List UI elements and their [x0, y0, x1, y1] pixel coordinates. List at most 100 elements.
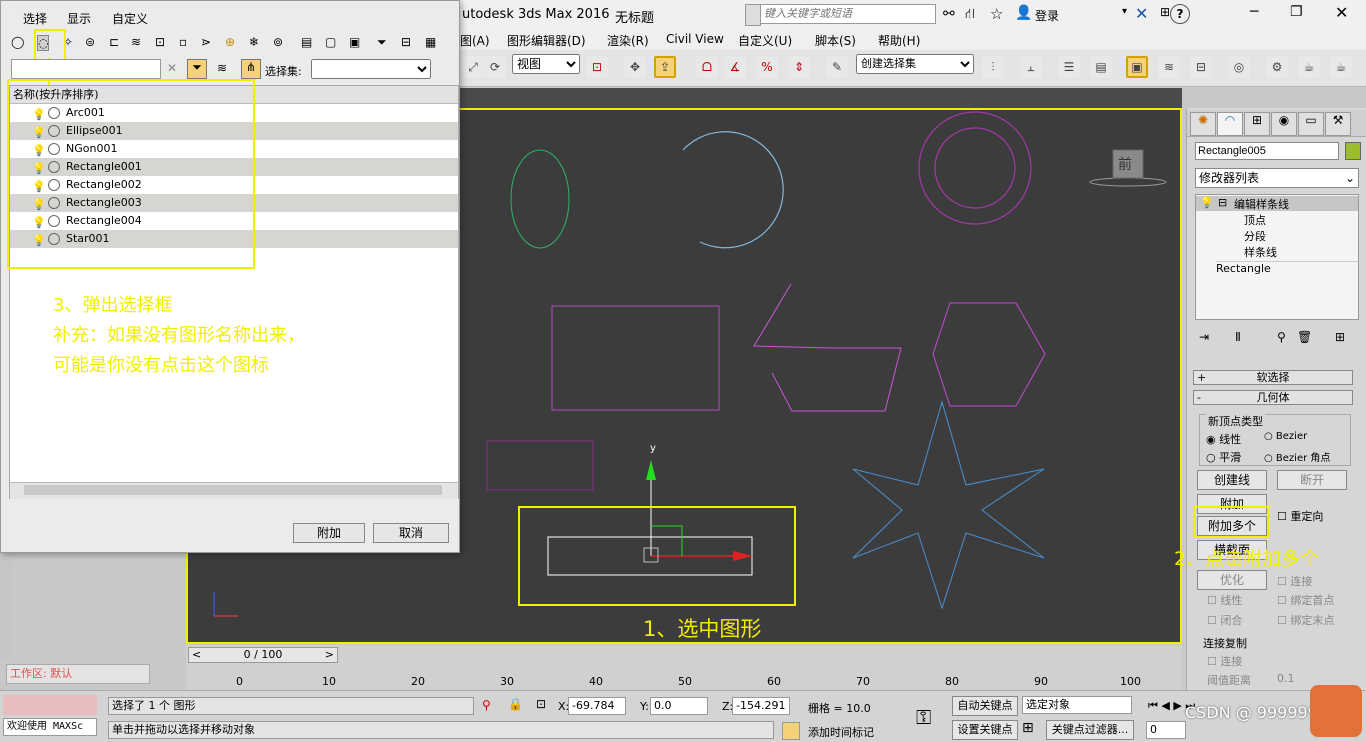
stack-item-rectangle[interactable]: Rectangle — [1216, 261, 1358, 275]
workspace-selector[interactable]: 工作区: 默认 — [6, 664, 150, 684]
scene-explorer-icon[interactable]: ▤ — [1090, 56, 1112, 78]
menu-item-civil-view[interactable]: Civil View — [666, 32, 724, 46]
align-icon[interactable]: ⫠ — [1020, 56, 1042, 78]
radio-linear[interactable]: ◉ 线性 — [1206, 431, 1241, 447]
user-icon[interactable]: 👤 — [1015, 5, 1032, 21]
y-coordinate-field[interactable]: 0.0 — [650, 697, 708, 715]
exchange-icon[interactable]: ✕ — [1135, 4, 1148, 23]
menu-item-help[interactable]: 帮助(H) — [878, 32, 920, 49]
binoculars-icon[interactable]: ⚯ — [943, 6, 955, 22]
dialog-attach-button[interactable]: 附加 — [293, 523, 365, 543]
options-icon[interactable]: ▦ — [425, 35, 436, 49]
restore-icon[interactable]: ❐ — [1290, 4, 1303, 20]
select-manipulate-icon[interactable]: ✥ — [624, 56, 646, 78]
selection-set-dropdown[interactable] — [311, 59, 431, 79]
funnel-icon[interactable]: ⏷ — [377, 35, 387, 50]
curve-editor-icon[interactable]: ≋ — [1158, 56, 1180, 78]
x-coordinate-field[interactable]: -69.784 — [568, 697, 626, 715]
stack-sub-vertex[interactable]: 顶点 — [1244, 212, 1266, 228]
move-icon[interactable]: ⤢ — [462, 56, 484, 78]
key-filters-button[interactable]: 关键点过滤器... — [1046, 720, 1134, 740]
hierarchy-tab-icon[interactable]: ⊞ — [1244, 112, 1270, 136]
key-mode-icon[interactable]: ⊞ — [1022, 720, 1034, 736]
utilities-tab-icon[interactable]: ⚒ — [1325, 112, 1351, 136]
select-all-icon[interactable]: ▢ — [325, 35, 336, 49]
rollout-soft-selection[interactable]: + 软选择 — [1193, 370, 1353, 385]
render-frame-icon[interactable]: ☕ — [1298, 56, 1320, 78]
create-tab-icon[interactable]: ✺ — [1190, 112, 1216, 136]
login-button[interactable]: 登录 — [1035, 7, 1059, 24]
motion-tab-icon[interactable]: ◉ — [1271, 112, 1297, 136]
viewcube-label[interactable]: 前 — [1118, 154, 1132, 174]
menu-item-scripting[interactable]: 脚本(S) — [815, 32, 856, 49]
reorient-checkbox[interactable]: ☐ 重定向 — [1277, 508, 1323, 524]
break-button[interactable]: 断开 — [1277, 470, 1347, 490]
display-tab-icon[interactable]: ▭ — [1298, 112, 1324, 136]
z-coordinate-field[interactable]: -154.291 — [732, 697, 790, 715]
find-name-input[interactable] — [11, 59, 161, 79]
object-name-field[interactable] — [1195, 142, 1339, 160]
snap-3d-icon[interactable]: ᗝ — [696, 56, 718, 78]
filter-frozen-icon[interactable]: ❄ — [249, 35, 259, 49]
modify-tab-icon[interactable]: ◠ — [1217, 112, 1243, 136]
refine-button[interactable]: 优化 — [1197, 570, 1267, 590]
auto-key-button[interactable]: 自动关键点 — [952, 696, 1018, 716]
scrollbar-thumb[interactable] — [24, 485, 442, 495]
clear-icon[interactable]: ✕ — [167, 61, 177, 75]
search-input[interactable] — [760, 4, 936, 24]
star-icon[interactable]: ☆ — [990, 5, 1003, 23]
selected-object-dropdown[interactable]: 选定对象 — [1022, 696, 1132, 714]
lock-icon[interactable]: 🔒 — [508, 697, 523, 711]
radio-bezier[interactable]: ○ Bezier — [1264, 431, 1307, 442]
current-frame-field[interactable]: 0 — [1146, 721, 1186, 739]
key-icon[interactable]: ⚿ — [916, 705, 931, 729]
percent-snap-icon[interactable]: % — [756, 56, 778, 78]
render-icon[interactable]: ☕ — [1330, 56, 1352, 78]
filter-geometry-icon[interactable]: ◯ — [11, 35, 24, 49]
rollout-geometry[interactable]: - 几何体 — [1193, 390, 1353, 405]
menu-item-graph-editors[interactable]: 图形编辑器(D) — [507, 32, 586, 49]
schematic-view-icon[interactable]: ⊟ — [1190, 56, 1212, 78]
filter-funnel-toggle-icon[interactable]: ⏷ — [187, 59, 207, 79]
sync-selection-icon[interactable]: ⊟ — [401, 35, 411, 49]
menu-item-customize[interactable]: 自定义(U) — [738, 32, 792, 49]
frame-ruler[interactable]: 0 10 20 30 40 50 60 70 80 90 100 — [236, 665, 1182, 688]
layer-manager-icon[interactable]: ☰ — [1058, 56, 1080, 78]
filter-cameras-icon[interactable]: ⊜ — [85, 35, 95, 49]
reference-coord-dropdown[interactable]: 视图 — [512, 54, 580, 74]
set-key-button[interactable]: 设置关键点 — [952, 720, 1018, 740]
show-end-result-icon[interactable]: Ⅱ — [1235, 330, 1241, 344]
pivot-icon[interactable]: ⊡ — [586, 56, 608, 78]
absolute-mode-icon[interactable]: ⊡ — [536, 697, 546, 711]
minimize-icon[interactable]: ─ — [1250, 4, 1258, 20]
material-editor-icon[interactable]: ◎ — [1228, 56, 1250, 78]
filter-helpers-icon[interactable]: ⊏ — [109, 35, 119, 49]
edit-named-selection-icon[interactable]: ✎ — [826, 56, 848, 78]
filter-hidden-icon[interactable]: ⊚ — [273, 35, 283, 49]
stack-sub-segment[interactable]: 分段 — [1244, 228, 1266, 244]
network-icon[interactable]: ⛙ — [965, 6, 975, 24]
search-toggle[interactable] — [745, 4, 761, 26]
cart-icon[interactable]: ⊞ — [1160, 5, 1170, 19]
select-none-icon[interactable]: ▣ — [349, 35, 360, 49]
pin-stack-icon[interactable]: ⇥ — [1199, 330, 1209, 344]
closed-checkbox[interactable]: ☐ 闭合 — [1207, 612, 1242, 628]
create-line-button[interactable]: 创建线 — [1197, 470, 1267, 490]
filter-groups-icon[interactable]: ⊡ — [155, 35, 165, 49]
filter-xrefs-icon[interactable]: ▫ — [179, 35, 187, 49]
remove-modifier-icon[interactable]: 🗑 — [1297, 330, 1312, 344]
bulb-icon[interactable]: 💡 — [1200, 196, 1214, 209]
hierarchy-toggle-icon[interactable]: ⋔ — [241, 59, 261, 79]
rotate-icon[interactable]: ⟳ — [484, 56, 506, 78]
dialog-menu-select[interactable]: 选择 — [23, 10, 47, 27]
filter-containers-icon[interactable]: ⊕ — [225, 35, 235, 49]
maxscript-listener[interactable]: 欢迎使用 MAXSc — [3, 718, 97, 736]
next-frame-icon[interactable]: > — [325, 648, 334, 662]
isolate-icon[interactable]: ⚲ — [482, 698, 491, 712]
filter-spacewarps-icon[interactable]: ≋ — [131, 35, 141, 49]
time-slider[interactable]: < 0 / 100 > — [188, 647, 338, 663]
stack-item-edit-spline[interactable]: 💡 ⊟ 编辑样条线 — [1196, 196, 1358, 211]
toggle-ribbon-icon[interactable]: ▣ — [1126, 56, 1148, 78]
spinner-snap-icon[interactable]: ⇕ — [788, 56, 810, 78]
configure-sets-icon[interactable]: ⊞ — [1335, 330, 1345, 344]
